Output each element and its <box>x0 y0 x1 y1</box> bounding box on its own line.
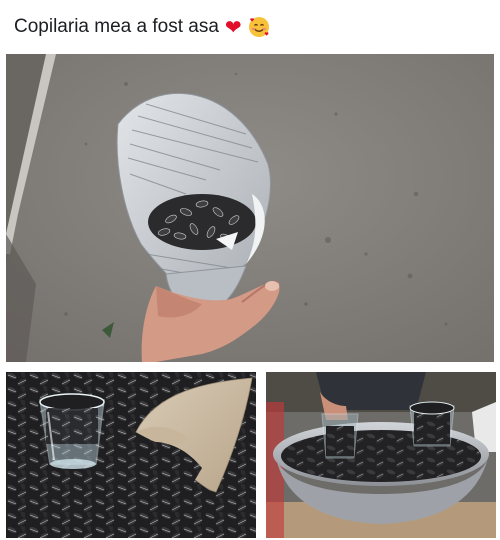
bowl-of-seeds-with-glasses-photo <box>266 372 496 538</box>
post-caption: Copilaria mea a fost asa ❤ <box>14 12 270 42</box>
caption-text: Copilaria mea a fost asa <box>14 16 219 37</box>
glass-and-paper-cone-on-seeds-photo <box>6 372 256 538</box>
paper-cone-sunflower-seeds-photo <box>6 54 494 362</box>
smiling-face-with-hearts-icon <box>248 16 270 38</box>
red-heart-icon: ❤ <box>224 15 242 39</box>
